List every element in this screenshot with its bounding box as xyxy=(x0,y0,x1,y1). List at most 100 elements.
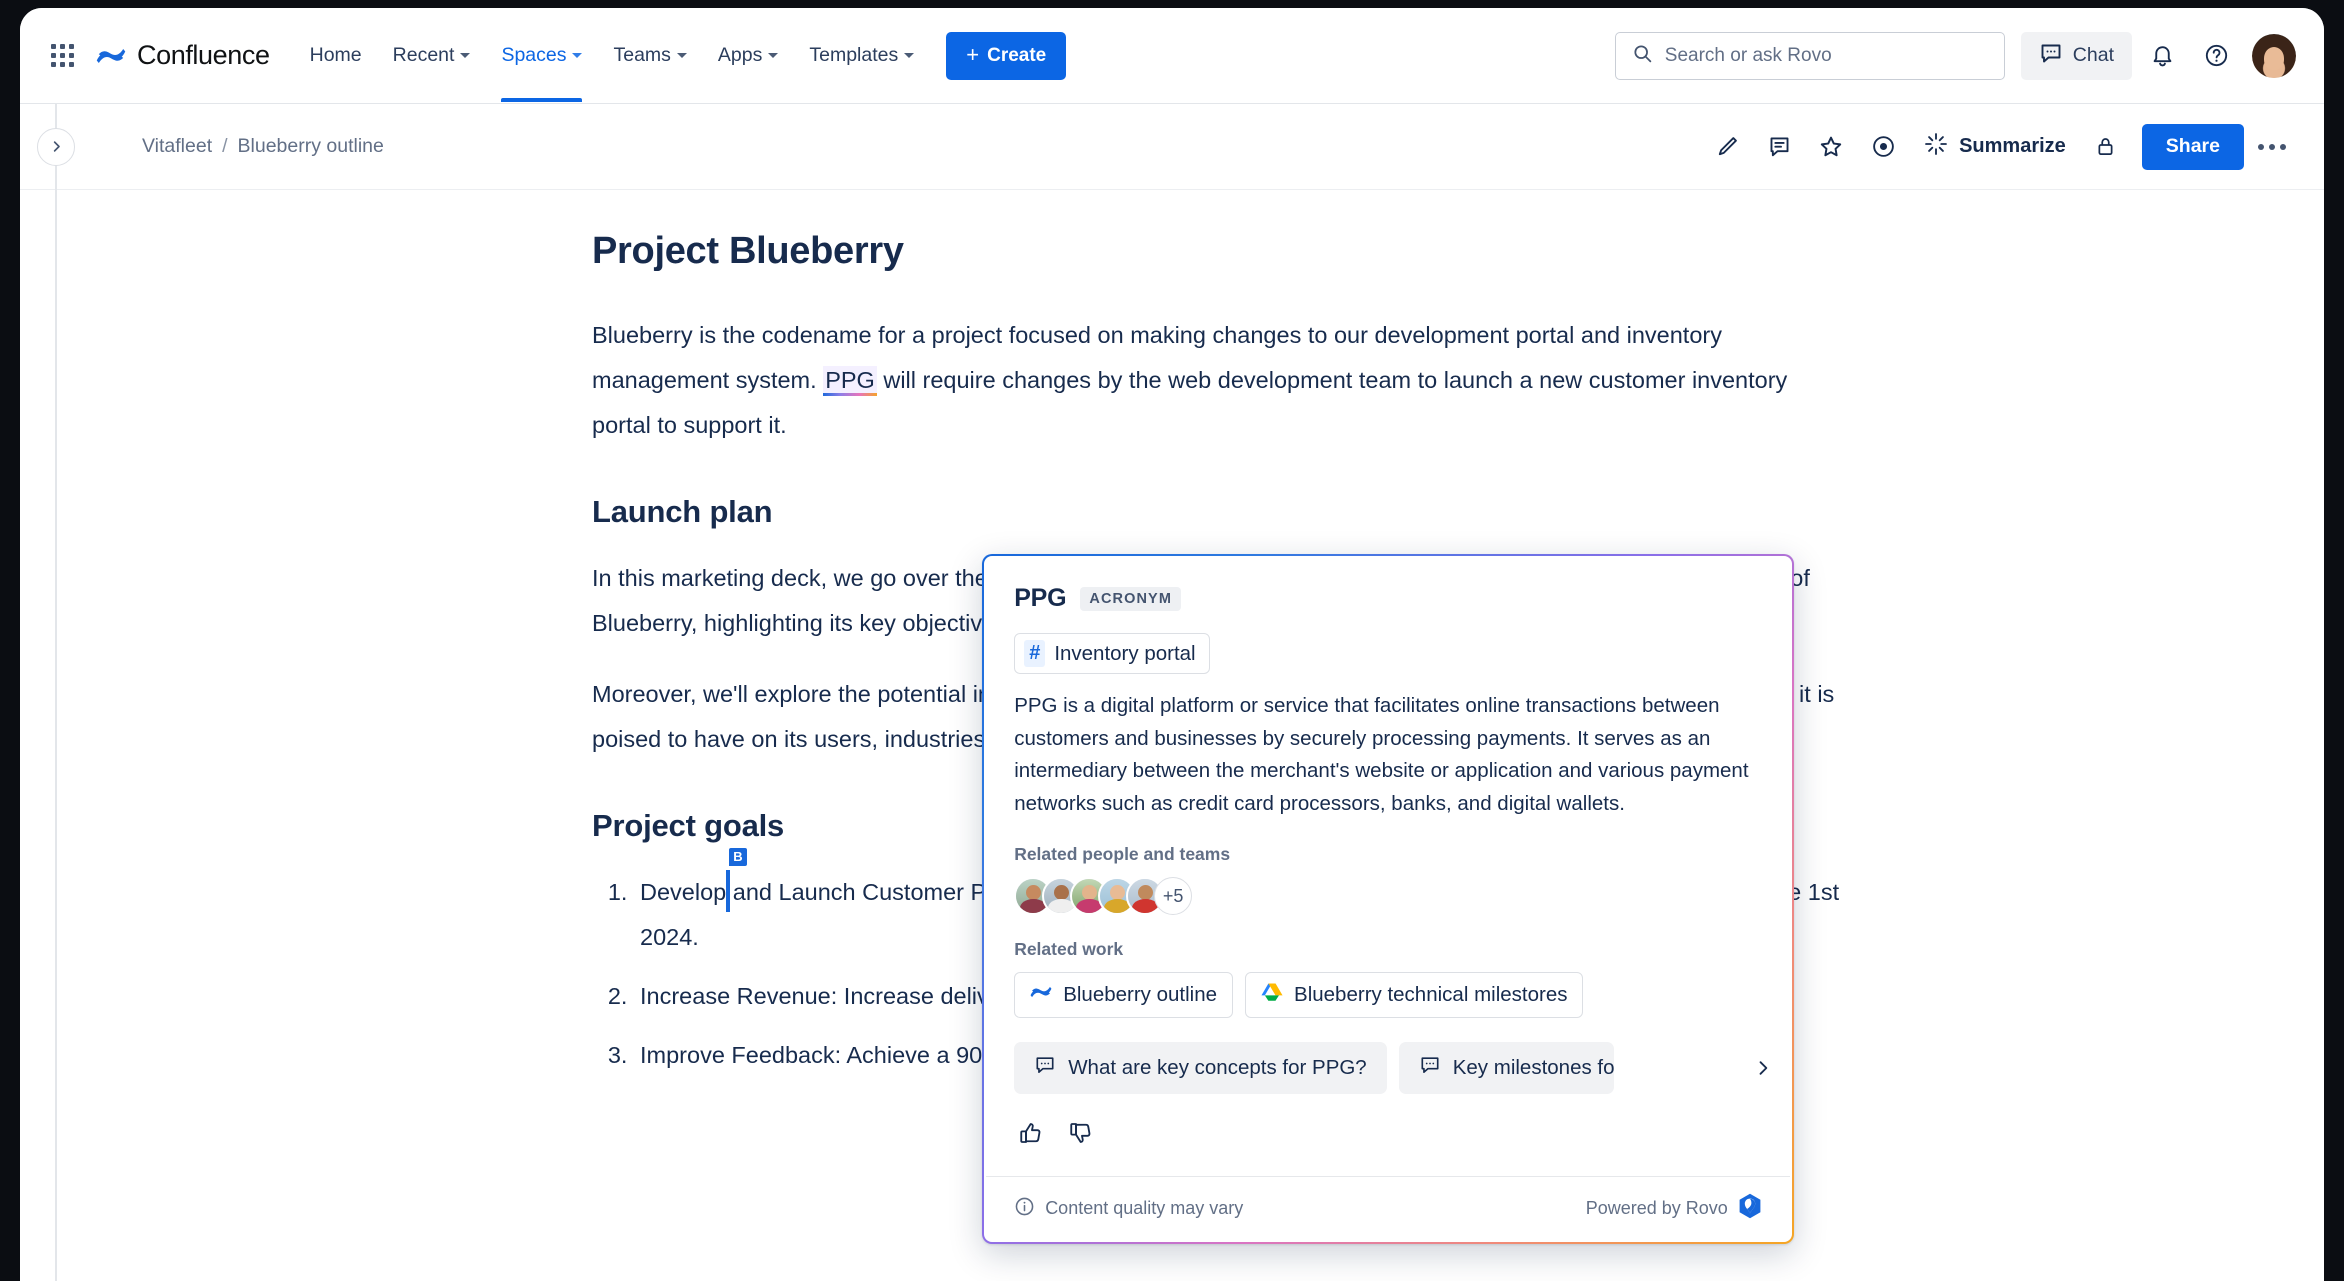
page-title: Project Blueberry xyxy=(592,230,904,272)
plus-icon: + xyxy=(966,41,980,67)
search-placeholder-text: Search or ask Rovo xyxy=(1664,44,1832,66)
more-actions-button[interactable] xyxy=(2248,143,2296,150)
nav-item-apps-label: Apps xyxy=(717,44,763,66)
edit-page-button[interactable] xyxy=(1703,123,1751,171)
notifications-button[interactable] xyxy=(2138,32,2186,80)
breadcrumb: Vitafleet / Blueberry outline xyxy=(142,135,384,158)
intro-paragraph: Blueberry is the codename for a project … xyxy=(592,313,1842,448)
nav-item-home[interactable]: Home xyxy=(296,34,376,77)
top-navigation-bar: Confluence Home Recent Spaces Teams Apps xyxy=(20,8,2324,104)
chevron-down-icon xyxy=(460,53,471,58)
chevron-down-icon xyxy=(572,53,583,58)
page-toolbar: Vitafleet / Blueberry outline Summarize … xyxy=(20,104,2324,1281)
ppg-smart-link[interactable]: PPG xyxy=(823,366,877,396)
star-page-button[interactable] xyxy=(1807,123,1855,171)
content-quality-note: Content quality may vary xyxy=(1014,1196,1243,1222)
powered-by-rovo: Powered by Rovo xyxy=(1586,1193,1762,1224)
search-icon xyxy=(1632,43,1653,69)
sidebar-rail xyxy=(20,104,92,1281)
breadcrumb-item-space[interactable]: Vitafleet xyxy=(142,135,212,158)
feedback-controls xyxy=(1014,1116,1762,1150)
help-button[interactable] xyxy=(2192,32,2240,80)
watch-page-button[interactable] xyxy=(1859,123,1907,171)
page-content: Project Blueberry Blueberry is the coden… xyxy=(20,190,2324,1281)
confluence-logo-icon xyxy=(96,41,126,71)
nav-right-cluster: Search or ask Rovo Chat xyxy=(1614,31,2296,80)
avatar-overflow-count[interactable]: +5 xyxy=(1154,877,1193,916)
prompt-label-2: Key milestones for PPG xyxy=(1452,1056,1614,1080)
app-switcher-icon[interactable] xyxy=(42,36,82,76)
rovo-logo-icon xyxy=(1738,1193,1762,1224)
prompt-label-1: What are key concepts for PPG? xyxy=(1068,1056,1367,1080)
hash-icon: # xyxy=(1024,640,1046,668)
search-input[interactable]: Search or ask Rovo xyxy=(1614,31,2005,80)
chat-button[interactable]: Chat xyxy=(2020,31,2132,80)
related-work-label: Related work xyxy=(1014,939,1124,960)
nav-item-apps[interactable]: Apps xyxy=(704,34,792,77)
create-button-label: Create xyxy=(987,44,1047,66)
chat-bubble-icon xyxy=(2039,41,2063,71)
primary-nav-links: Home Recent Spaces Teams Apps Templates xyxy=(296,34,929,102)
confluence-app-window: Confluence Home Recent Spaces Teams Apps xyxy=(20,8,2324,1281)
comments-button[interactable] xyxy=(1755,123,1803,171)
content-quality-text: Content quality may vary xyxy=(1045,1198,1244,1219)
create-button[interactable]: + Create xyxy=(946,31,1067,80)
related-work-label-2: Blueberry technical milestores xyxy=(1294,983,1568,1007)
summarize-label: Summarize xyxy=(1959,135,2066,157)
nav-item-teams[interactable]: Teams xyxy=(599,34,700,77)
chevron-down-icon xyxy=(904,53,915,58)
powered-by-text: Powered by Rovo xyxy=(1585,1198,1728,1219)
popover-footer: Content quality may vary Powered by Rovo xyxy=(986,1176,1790,1241)
nav-item-home-label: Home xyxy=(309,44,362,66)
ai-sparkle-icon xyxy=(1923,131,1949,163)
chevron-down-icon xyxy=(768,53,779,58)
prompt-key-concepts[interactable]: What are key concepts for PPG? xyxy=(1014,1042,1387,1095)
related-work-drive-file[interactable]: Blueberry technical milestores xyxy=(1245,972,1584,1019)
status-badge: ACRONYM xyxy=(1080,586,1182,611)
chat-bubble-icon xyxy=(1034,1054,1056,1082)
breadcrumb-item-page[interactable]: Blueberry outline xyxy=(238,135,384,158)
inventory-portal-chip[interactable]: # Inventory portal xyxy=(1014,633,1210,675)
nav-item-templates-label: Templates xyxy=(809,44,899,66)
nav-item-recent[interactable]: Recent xyxy=(379,34,485,77)
info-icon xyxy=(1014,1196,1035,1222)
popover-title: PPG xyxy=(1014,584,1067,613)
prompt-key-milestones[interactable]: Key milestones for PPG xyxy=(1398,1042,1614,1095)
breadcrumb-separator: / xyxy=(222,135,228,157)
summarize-button[interactable]: Summarize xyxy=(1911,124,2078,170)
inventory-portal-chip-label: Inventory portal xyxy=(1054,641,1196,665)
popover-inner: PPG ACRONYM # Inventory portal PPG is a … xyxy=(986,558,1790,1241)
popover-header: PPG ACRONYM xyxy=(1014,584,1762,613)
restrictions-lock-button[interactable] xyxy=(2082,123,2130,171)
related-work-label-1: Blueberry outline xyxy=(1063,983,1218,1007)
chat-button-label: Chat xyxy=(2072,44,2114,66)
nav-item-recent-label: Recent xyxy=(392,44,455,66)
collaborator-initial: B xyxy=(729,848,747,867)
suggested-prompts: What are key concepts for PPG? Key miles… xyxy=(1014,1042,1768,1095)
nav-item-teams-label: Teams xyxy=(613,44,671,66)
launch-plan-heading: Launch plan xyxy=(592,494,773,529)
related-people-avatars: +5 xyxy=(1014,877,1762,916)
rovo-definition-popover: PPG ACRONYM # Inventory portal PPG is a … xyxy=(982,554,1794,1244)
related-people-label: Related people and teams xyxy=(1014,844,1231,865)
chevron-down-icon xyxy=(676,53,687,58)
confluence-home-link[interactable]: Confluence xyxy=(96,40,270,71)
nav-item-spaces[interactable]: Spaces xyxy=(487,34,596,102)
related-work-chips: Blueberry outline Blueberry technical mi… xyxy=(1014,972,1762,1019)
page-actions: Summarize Share xyxy=(1703,123,2296,171)
chat-bubble-icon xyxy=(1419,1054,1441,1082)
chevron-right-icon[interactable] xyxy=(1748,1053,1778,1083)
user-avatar[interactable] xyxy=(2252,33,2296,78)
nav-item-templates[interactable]: Templates xyxy=(795,34,928,77)
goal-1-prefix: Develop xyxy=(640,879,727,905)
google-drive-icon xyxy=(1261,982,1283,1008)
share-button[interactable]: Share xyxy=(2141,123,2244,170)
thumbs-up-icon[interactable] xyxy=(1014,1116,1048,1150)
nav-item-spaces-label: Spaces xyxy=(501,44,567,66)
popover-body: PPG ACRONYM # Inventory portal PPG is a … xyxy=(986,558,1790,1176)
expand-sidebar-button[interactable] xyxy=(37,127,75,166)
thumbs-down-icon[interactable] xyxy=(1064,1116,1098,1150)
related-work-confluence-page[interactable]: Blueberry outline xyxy=(1014,972,1234,1019)
brand-name: Confluence xyxy=(137,40,270,70)
confluence-icon xyxy=(1030,981,1052,1009)
